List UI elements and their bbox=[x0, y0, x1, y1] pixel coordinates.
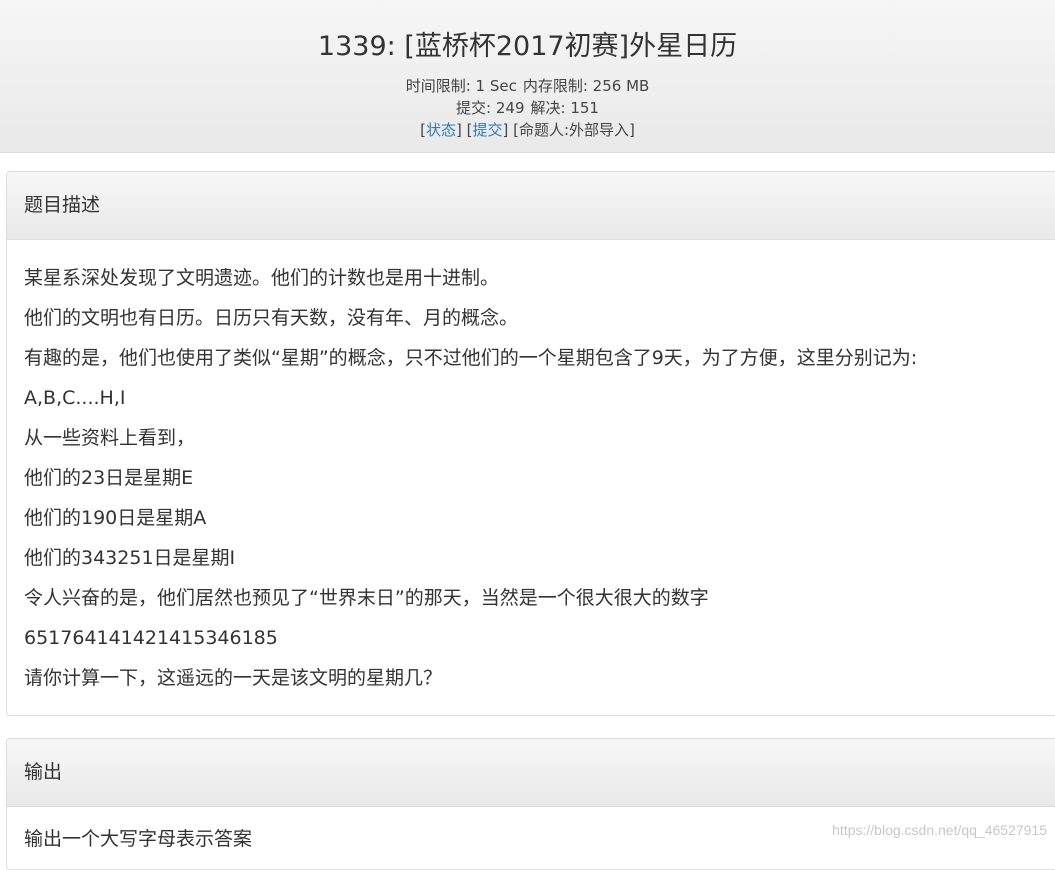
problem-title: 1339: [蓝桥杯2017初赛]外星日历 bbox=[317, 31, 738, 62]
links-row: [状态] [提交] [命题人:外部导入] bbox=[420, 121, 635, 139]
author-label: [命题人:外部导入] bbox=[513, 121, 635, 139]
limits-row: 时间限制: 1 Sec 内存限制: 256 MB bbox=[0, 76, 1055, 96]
solved-count: 解决: 151 bbox=[530, 99, 599, 117]
submit-count: 提交: 249 bbox=[456, 99, 525, 117]
problem-header: 1339: [蓝桥杯2017初赛]外星日历 时间限制: 1 Sec 内存限制: 2… bbox=[0, 0, 1055, 153]
submit-link[interactable]: 提交 bbox=[472, 121, 502, 139]
memory-limit: 内存限制: 256 MB bbox=[522, 77, 650, 95]
description-line: 他们的343251日是星期I bbox=[24, 547, 236, 569]
output-panel: 输出 输出一个大写字母表示答案 bbox=[6, 738, 1055, 870]
status-link[interactable]: 状态 bbox=[426, 121, 456, 139]
description-line: 请你计算一下，这遥远的一天是该文明的星期几？ bbox=[24, 667, 443, 689]
time-limit: 时间限制: 1 Sec bbox=[405, 77, 517, 95]
description-line: A,B,C....H,I bbox=[24, 387, 126, 409]
description-heading: 题目描述 bbox=[7, 172, 1055, 240]
description-line: 他们的文明也有日历。日历只有天数，没有年、月的概念。 bbox=[24, 307, 519, 329]
description-line: 他们的190日是星期A bbox=[24, 507, 207, 529]
description-line: 651764141421415346185 bbox=[24, 627, 278, 649]
description-line: 令人兴奋的是，他们居然也预见了“世界末日”的那天，当然是一个很大很大的数字 bbox=[24, 587, 709, 609]
watermark: https://blog.csdn.net/qq_46527915 bbox=[832, 822, 1047, 838]
output-heading: 输出 bbox=[7, 739, 1055, 807]
stats-row: 提交: 249 解决: 151 bbox=[0, 98, 1055, 118]
description-line: 从一些资料上看到， bbox=[24, 427, 196, 449]
description-line: 有趣的是，他们也使用了类似“星期”的概念，只不过他们的一个星期包含了9天，为了方… bbox=[24, 347, 918, 369]
description-body: 某星系深处发现了文明遗迹。他们的计数也是用十进制。 他们的文明也有日历。日历只有… bbox=[7, 240, 1055, 698]
description-panel: 题目描述 某星系深处发现了文明遗迹。他们的计数也是用十进制。 他们的文明也有日历… bbox=[6, 171, 1055, 716]
description-line: 他们的23日是星期E bbox=[24, 467, 194, 489]
description-line: 某星系深处发现了文明遗迹。他们的计数也是用十进制。 bbox=[24, 267, 500, 289]
